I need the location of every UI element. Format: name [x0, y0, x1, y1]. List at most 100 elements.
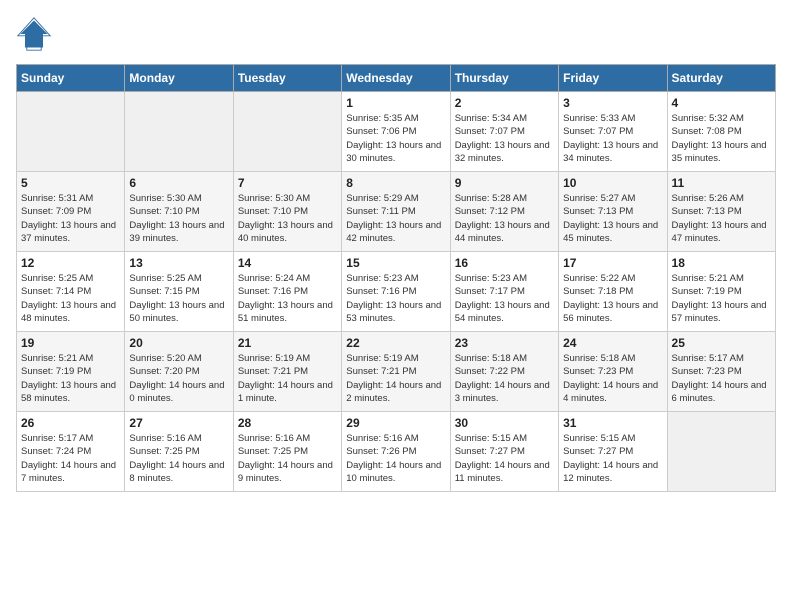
- calendar-week-row: 12 Sunrise: 5:25 AM Sunset: 7:14 PM Dayli…: [17, 252, 776, 332]
- calendar-cell: 13 Sunrise: 5:25 AM Sunset: 7:15 PM Dayli…: [125, 252, 233, 332]
- day-info: Sunrise: 5:21 AM Sunset: 7:19 PM Dayligh…: [21, 352, 120, 405]
- day-number: 6: [129, 176, 228, 190]
- day-number: 31: [563, 416, 662, 430]
- calendar-cell: 25 Sunrise: 5:17 AM Sunset: 7:23 PM Dayli…: [667, 332, 775, 412]
- day-info: Sunrise: 5:22 AM Sunset: 7:18 PM Dayligh…: [563, 272, 662, 325]
- logo: [16, 16, 58, 52]
- day-number: 27: [129, 416, 228, 430]
- day-number: 24: [563, 336, 662, 350]
- day-number: 11: [672, 176, 771, 190]
- day-number: 23: [455, 336, 554, 350]
- day-number: 14: [238, 256, 337, 270]
- calendar-cell: 15 Sunrise: 5:23 AM Sunset: 7:16 PM Dayli…: [342, 252, 450, 332]
- day-info: Sunrise: 5:34 AM Sunset: 7:07 PM Dayligh…: [455, 112, 554, 165]
- calendar-body: 1 Sunrise: 5:35 AM Sunset: 7:06 PM Daylig…: [17, 92, 776, 492]
- day-info: Sunrise: 5:17 AM Sunset: 7:24 PM Dayligh…: [21, 432, 120, 485]
- calendar-cell: 17Sunrise: 5:22 AM Sunset: 7:18 PM Dayli…: [559, 252, 667, 332]
- day-number: 16: [455, 256, 554, 270]
- calendar-cell: 5 Sunrise: 5:31 AM Sunset: 7:09 PM Daylig…: [17, 172, 125, 252]
- calendar-cell: [233, 92, 341, 172]
- calendar-week-row: 26 Sunrise: 5:17 AM Sunset: 7:24 PM Dayli…: [17, 412, 776, 492]
- calendar-cell: 3Sunrise: 5:33 AM Sunset: 7:07 PM Daylig…: [559, 92, 667, 172]
- calendar-cell: [17, 92, 125, 172]
- calendar-cell: 16 Sunrise: 5:23 AM Sunset: 7:17 PM Dayli…: [450, 252, 558, 332]
- calendar-cell: 14Sunrise: 5:24 AM Sunset: 7:16 PM Dayli…: [233, 252, 341, 332]
- day-info: Sunrise: 5:23 AM Sunset: 7:16 PM Dayligh…: [346, 272, 445, 325]
- day-number: 8: [346, 176, 445, 190]
- calendar-week-row: 1 Sunrise: 5:35 AM Sunset: 7:06 PM Daylig…: [17, 92, 776, 172]
- day-number: 4: [672, 96, 771, 110]
- day-number: 18: [672, 256, 771, 270]
- day-info: Sunrise: 5:23 AM Sunset: 7:17 PM Dayligh…: [455, 272, 554, 325]
- day-number: 29: [346, 416, 445, 430]
- calendar-cell: 10Sunrise: 5:27 AM Sunset: 7:13 PM Dayli…: [559, 172, 667, 252]
- calendar-cell: 24 Sunrise: 5:18 AM Sunset: 7:23 PM Dayli…: [559, 332, 667, 412]
- day-info: Sunrise: 5:21 AM Sunset: 7:19 PM Dayligh…: [672, 272, 771, 325]
- day-info: Sunrise: 5:32 AM Sunset: 7:08 PM Dayligh…: [672, 112, 771, 165]
- logo-icon: [16, 16, 52, 52]
- day-info: Sunrise: 5:17 AM Sunset: 7:23 PM Dayligh…: [672, 352, 771, 405]
- calendar-cell: 1 Sunrise: 5:35 AM Sunset: 7:06 PM Daylig…: [342, 92, 450, 172]
- day-number: 13: [129, 256, 228, 270]
- day-number: 26: [21, 416, 120, 430]
- day-info: Sunrise: 5:15 AM Sunset: 7:27 PM Dayligh…: [455, 432, 554, 485]
- calendar-header-row: SundayMondayTuesdayWednesdayThursdayFrid…: [17, 65, 776, 92]
- header: [16, 16, 776, 52]
- calendar-cell: 30 Sunrise: 5:15 AM Sunset: 7:27 PM Dayli…: [450, 412, 558, 492]
- day-info: Sunrise: 5:30 AM Sunset: 7:10 PM Dayligh…: [238, 192, 337, 245]
- calendar-week-row: 19 Sunrise: 5:21 AM Sunset: 7:19 PM Dayli…: [17, 332, 776, 412]
- day-header-saturday: Saturday: [667, 65, 775, 92]
- day-info: Sunrise: 5:31 AM Sunset: 7:09 PM Dayligh…: [21, 192, 120, 245]
- calendar-cell: 21Sunrise: 5:19 AM Sunset: 7:21 PM Dayli…: [233, 332, 341, 412]
- day-info: Sunrise: 5:18 AM Sunset: 7:22 PM Dayligh…: [455, 352, 554, 405]
- calendar-cell: 26 Sunrise: 5:17 AM Sunset: 7:24 PM Dayli…: [17, 412, 125, 492]
- day-header-sunday: Sunday: [17, 65, 125, 92]
- day-info: Sunrise: 5:19 AM Sunset: 7:21 PM Dayligh…: [238, 352, 337, 405]
- day-info: Sunrise: 5:19 AM Sunset: 7:21 PM Dayligh…: [346, 352, 445, 405]
- day-header-tuesday: Tuesday: [233, 65, 341, 92]
- day-info: Sunrise: 5:26 AM Sunset: 7:13 PM Dayligh…: [672, 192, 771, 245]
- calendar-cell: 29Sunrise: 5:16 AM Sunset: 7:26 PM Dayli…: [342, 412, 450, 492]
- day-number: 30: [455, 416, 554, 430]
- day-number: 5: [21, 176, 120, 190]
- page-container: SundayMondayTuesdayWednesdayThursdayFrid…: [0, 0, 792, 502]
- calendar-cell: [667, 412, 775, 492]
- day-number: 10: [563, 176, 662, 190]
- day-number: 15: [346, 256, 445, 270]
- day-number: 19: [21, 336, 120, 350]
- day-number: 7: [238, 176, 337, 190]
- day-number: 28: [238, 416, 337, 430]
- day-info: Sunrise: 5:18 AM Sunset: 7:23 PM Dayligh…: [563, 352, 662, 405]
- day-header-monday: Monday: [125, 65, 233, 92]
- calendar-cell: 7 Sunrise: 5:30 AM Sunset: 7:10 PM Daylig…: [233, 172, 341, 252]
- day-number: 1: [346, 96, 445, 110]
- day-info: Sunrise: 5:25 AM Sunset: 7:15 PM Dayligh…: [129, 272, 228, 325]
- day-header-thursday: Thursday: [450, 65, 558, 92]
- day-number: 2: [455, 96, 554, 110]
- calendar-cell: 11 Sunrise: 5:26 AM Sunset: 7:13 PM Dayli…: [667, 172, 775, 252]
- calendar-cell: 2 Sunrise: 5:34 AM Sunset: 7:07 PM Daylig…: [450, 92, 558, 172]
- calendar-cell: 19 Sunrise: 5:21 AM Sunset: 7:19 PM Dayli…: [17, 332, 125, 412]
- calendar-week-row: 5 Sunrise: 5:31 AM Sunset: 7:09 PM Daylig…: [17, 172, 776, 252]
- calendar-cell: 12 Sunrise: 5:25 AM Sunset: 7:14 PM Dayli…: [17, 252, 125, 332]
- day-number: 12: [21, 256, 120, 270]
- day-number: 20: [129, 336, 228, 350]
- day-number: 25: [672, 336, 771, 350]
- calendar-cell: 22 Sunrise: 5:19 AM Sunset: 7:21 PM Dayli…: [342, 332, 450, 412]
- calendar-cell: 31 Sunrise: 5:15 AM Sunset: 7:27 PM Dayli…: [559, 412, 667, 492]
- day-info: Sunrise: 5:20 AM Sunset: 7:20 PM Dayligh…: [129, 352, 228, 405]
- calendar-cell: 23 Sunrise: 5:18 AM Sunset: 7:22 PM Dayli…: [450, 332, 558, 412]
- day-info: Sunrise: 5:25 AM Sunset: 7:14 PM Dayligh…: [21, 272, 120, 325]
- day-info: Sunrise: 5:15 AM Sunset: 7:27 PM Dayligh…: [563, 432, 662, 485]
- calendar-cell: [125, 92, 233, 172]
- calendar-cell: 9Sunrise: 5:28 AM Sunset: 7:12 PM Daylig…: [450, 172, 558, 252]
- day-number: 3: [563, 96, 662, 110]
- day-info: Sunrise: 5:35 AM Sunset: 7:06 PM Dayligh…: [346, 112, 445, 165]
- calendar-cell: 18 Sunrise: 5:21 AM Sunset: 7:19 PM Dayli…: [667, 252, 775, 332]
- day-header-friday: Friday: [559, 65, 667, 92]
- day-number: 22: [346, 336, 445, 350]
- calendar-cell: 8Sunrise: 5:29 AM Sunset: 7:11 PM Daylig…: [342, 172, 450, 252]
- calendar-cell: 20 Sunrise: 5:20 AM Sunset: 7:20 PM Dayli…: [125, 332, 233, 412]
- calendar-cell: 6Sunrise: 5:30 AM Sunset: 7:10 PM Daylig…: [125, 172, 233, 252]
- day-number: 9: [455, 176, 554, 190]
